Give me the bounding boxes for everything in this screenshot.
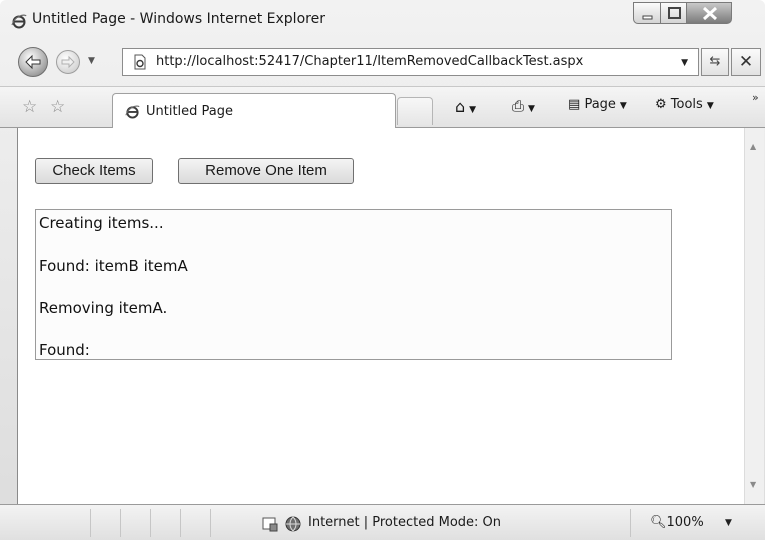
refresh-icon: ⇆ [709,54,721,69]
page-menu-label: Page [584,97,616,112]
tools-menu[interactable]: ⚙ Tools ▼ [655,97,714,112]
chevron-down-icon: ▼ [528,104,535,114]
status-divider [120,509,121,537]
scroll-up-icon[interactable]: ▲ [750,142,756,151]
log-line: Creating items... [39,214,164,232]
more-commands-icon[interactable]: » [752,91,759,104]
address-url[interactable]: http://localhost:52417/Chapter11/ItemRem… [156,54,583,69]
refresh-button[interactable]: ⇆ [701,48,729,76]
minimize-button[interactable] [633,2,661,24]
status-bar: Internet | Protected Mode: On 🔍︎100% ▼ [0,504,765,540]
page-content: Check Items Remove One Item Creating ite… [17,128,746,504]
vertical-scrollbar[interactable]: ▲ ▼ [744,128,764,504]
add-favorites-icon[interactable]: ☆ [50,97,65,117]
browser-window: Untitled Page - Windows Internet Explore… [0,0,765,540]
check-items-button[interactable]: Check Items [35,158,153,184]
zoom-value: 100% [666,515,704,530]
tab-bar: ☆ ☆ Untitled Page ⌂ ▼ ⎙ ▼ ▤ Page ▼ ⚙ Tools ▼… [0,86,765,129]
chevron-down-icon: ▼ [469,105,477,115]
log-line: Found: itemB itemA [39,257,188,275]
minimize-icon [642,15,653,20]
stop-button[interactable]: ✕ [731,48,761,76]
title-bar: Untitled Page - Windows Internet Explore… [0,0,765,38]
scroll-down-icon[interactable]: ▼ [750,480,756,489]
new-tab-button[interactable] [397,97,433,125]
status-divider [630,509,631,537]
forward-button[interactable] [56,50,80,74]
status-divider [90,509,91,537]
tab-untitled-page[interactable]: Untitled Page [112,93,396,129]
back-arrow-icon [25,54,41,70]
address-dropdown-icon[interactable]: ▼ [681,58,688,68]
zoom-dropdown-icon[interactable]: ▼ [725,518,732,528]
chevron-down-icon: ▼ [706,101,714,111]
forward-arrow-icon [61,55,75,69]
home-button[interactable]: ⌂ ▼ [455,97,476,116]
ie-page-icon [125,105,140,119]
tab-label: Untitled Page [146,104,234,119]
log-output: Creating items... Found: itemB itemA Rem… [35,209,672,360]
close-icon [702,6,718,21]
close-window-button[interactable] [686,2,732,24]
stop-icon: ✕ [738,52,754,72]
address-bar[interactable]: http://localhost:52417/Chapter11/ItemRem… [122,48,699,76]
zoom-level[interactable]: 🔍︎100% [650,515,704,530]
print-icon: ⎙ [512,97,525,115]
log-line: Removing itemA. [39,299,168,317]
chevron-down-icon: ▼ [619,101,627,111]
globe-icon [285,516,301,532]
remove-one-item-button[interactable]: Remove One Item [178,158,354,184]
back-button[interactable] [18,47,48,77]
maximize-icon [668,7,681,19]
maximize-button[interactable] [660,2,687,24]
security-zone-text[interactable]: Internet | Protected Mode: On [308,515,501,530]
page-menu-icon: ▤ [568,97,581,112]
print-button[interactable]: ⎙ ▼ [512,97,535,115]
log-line: Found: [39,341,90,359]
recent-pages-dropdown[interactable]: ▼ [88,56,95,66]
ie-logo-icon [11,14,27,29]
zoom-icon: 🔍︎ [650,515,667,530]
favorites-star-icon[interactable]: ☆ [22,97,37,117]
page-menu[interactable]: ▤ Page ▼ [568,97,627,112]
home-icon: ⌂ [455,97,466,116]
status-divider [180,509,181,537]
window-title: Untitled Page - Windows Internet Explore… [32,11,325,27]
gear-icon: ⚙ [655,97,667,112]
tools-menu-label: Tools [670,97,703,112]
status-divider [150,509,151,537]
status-divider [210,509,211,537]
page-icon [134,54,146,70]
protected-mode-icon[interactable] [262,516,278,532]
